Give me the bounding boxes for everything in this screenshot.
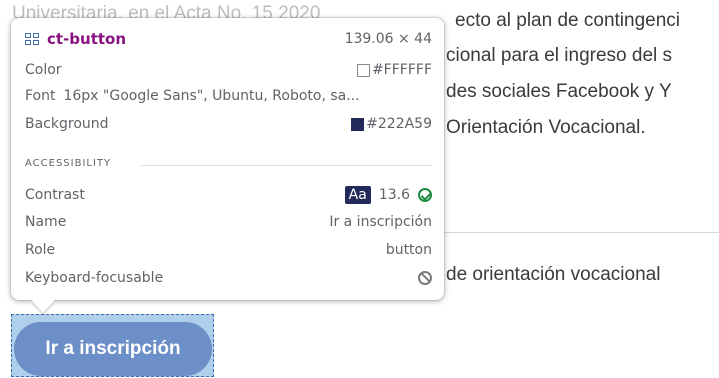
font-value: 16px "Google Sans", Ubuntu, Roboto, sa..… [63, 88, 360, 104]
font-label: Font [25, 88, 56, 104]
role-value: button [385, 242, 432, 258]
background-swatch [351, 117, 365, 131]
page-text-line-1: ecto al plan de contingenci [455, 10, 680, 31]
section-divider [141, 165, 432, 166]
contrast-label: Contrast [25, 187, 85, 203]
divider [430, 232, 719, 233]
page-text-line-3: des sociales Facebook y Y [446, 81, 672, 102]
color-value: #FFFFFF [371, 62, 432, 78]
role-label: Role [25, 242, 56, 258]
contrast-badge: Aa [344, 186, 371, 204]
element-grid-icon [25, 33, 39, 45]
color-label: Color [25, 62, 62, 78]
name-value: Ir a inscripción [329, 214, 432, 230]
color-swatch [356, 63, 370, 77]
tooltip-header: ct-button 139.06 × 44 [25, 30, 432, 48]
element-size: 139.06 × 44 [344, 31, 432, 47]
accessibility-section-title: ACCESSIBILITY [25, 158, 112, 169]
check-circle-icon [418, 188, 432, 202]
contrast-value: 13.6 [378, 187, 410, 203]
name-label: Name [25, 214, 67, 230]
background-value: #222A59 [366, 116, 432, 132]
background-label: Background [25, 116, 109, 132]
keyboard-focusable-label: Keyboard-focusable [25, 270, 164, 286]
inspect-tooltip: ct-button 139.06 × 44 Color #FFFFFF Font… [11, 18, 444, 300]
ir-a-inscripcion-button[interactable]: Ir a inscripción [14, 322, 212, 376]
element-name: ct-button [47, 30, 127, 48]
page-text-line-4: Orientación Vocacional. [446, 117, 646, 138]
page-text-line-2: cional para el ingreso del s [446, 45, 673, 66]
page-text-line-5: de orientación vocacional [446, 264, 661, 285]
not-allowed-icon [418, 271, 432, 285]
